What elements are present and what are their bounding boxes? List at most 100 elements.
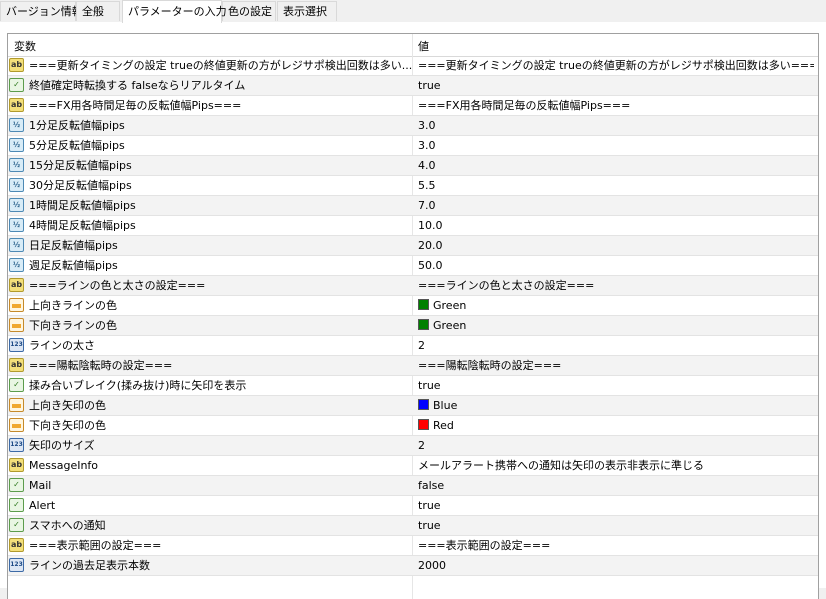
parameter-name-cell[interactable]: ✓ スマホへの通知 xyxy=(8,516,412,535)
parameter-name: 1時間足反転値幅pips xyxy=(29,199,136,212)
parameter-name: ===ラインの色と太さの設定=== xyxy=(29,279,206,292)
parameter-value-cell[interactable]: 7.0 xyxy=(418,196,814,215)
table-row[interactable]: ✓ Mail false xyxy=(8,476,818,496)
parameter-name-cell[interactable]: ½ 週足反転値幅pips xyxy=(8,256,412,275)
parameter-value-cell[interactable]: Green xyxy=(418,296,814,315)
parameter-value: 50.0 xyxy=(418,259,443,272)
table-row[interactable]: 上向き矢印の色 Blue xyxy=(8,396,818,416)
tab-version-info[interactable]: バージョン情報 xyxy=(0,1,83,21)
tab-bar: バージョン情報 全般 パラメーターの入力 色の設定 表示選択 xyxy=(0,0,826,23)
table-row[interactable]: ✓ スマホへの通知 true xyxy=(8,516,818,536)
table-row[interactable]: ab ===表示範囲の設定=== ===表示範囲の設定=== xyxy=(8,536,818,556)
parameter-value-cell[interactable]: 4.0 xyxy=(418,156,814,175)
table-row[interactable]: ½ 15分足反転値幅pips 4.0 xyxy=(8,156,818,176)
table-row[interactable]: 下向きラインの色 Green xyxy=(8,316,818,336)
parameter-name-cell[interactable]: 123 矢印のサイズ xyxy=(8,436,412,455)
parameter-name-cell[interactable]: 下向きラインの色 xyxy=(8,316,412,335)
parameter-value-cell[interactable]: Red xyxy=(418,416,814,435)
parameter-name-cell[interactable]: ab ===ラインの色と太さの設定=== xyxy=(8,276,412,295)
parameter-name-cell[interactable]: ½ 4時間足反転値幅pips xyxy=(8,216,412,235)
table-row[interactable]: ✓ 揉み合いブレイク(揉み抜け)時に矢印を表示 true xyxy=(8,376,818,396)
table-row[interactable]: ½ 日足反転値幅pips 20.0 xyxy=(8,236,818,256)
parameter-name-cell[interactable]: 上向き矢印の色 xyxy=(8,396,412,415)
table-row[interactable]: 123 ラインの太さ 2 xyxy=(8,336,818,356)
parameter-value-cell[interactable]: true xyxy=(418,516,814,535)
table-row[interactable]: ½ 1時間足反転値幅pips 7.0 xyxy=(8,196,818,216)
parameter-name-cell[interactable]: ab ===表示範囲の設定=== xyxy=(8,536,412,555)
parameter-value-cell[interactable]: メールアラート携帯への通知は矢印の表示非表示に準じる xyxy=(418,456,814,475)
table-row[interactable]: ½ 1分足反転値幅pips 3.0 xyxy=(8,116,818,136)
parameter-value-cell[interactable]: 20.0 xyxy=(418,236,814,255)
parameter-value-cell[interactable]: true xyxy=(418,376,814,395)
table-row[interactable]: ab ===陽転陰転時の設定=== ===陽転陰転時の設定=== xyxy=(8,356,818,376)
parameter-name-cell[interactable]: ab ===FX用各時間足毎の反転値幅Pips=== xyxy=(8,96,412,115)
parameter-name-cell[interactable]: ab ===更新タイミングの設定 trueの終値更新の方がレジサポ検出回数は多い.… xyxy=(8,56,412,75)
parameter-value-cell[interactable]: Green xyxy=(418,316,814,335)
parameter-value-cell[interactable]: ===陽転陰転時の設定=== xyxy=(418,356,814,375)
parameter-value-cell[interactable]: ===表示範囲の設定=== xyxy=(418,536,814,555)
parameter-value-cell[interactable]: 3.0 xyxy=(418,116,814,135)
parameter-name-cell[interactable]: ab ===陽転陰転時の設定=== xyxy=(8,356,412,375)
table-row[interactable]: 123 矢印のサイズ 2 xyxy=(8,436,818,456)
tab-display-selection[interactable]: 表示選択 xyxy=(277,1,337,21)
table-row[interactable]: 下向き矢印の色 Red xyxy=(8,416,818,436)
parameter-value-cell[interactable]: Blue xyxy=(418,396,814,415)
parameter-value-cell[interactable]: 3.0 xyxy=(418,136,814,155)
parameter-value-cell[interactable]: false xyxy=(418,476,814,495)
parameter-name-cell[interactable]: 123 ラインの太さ xyxy=(8,336,412,355)
tab-general[interactable]: 全般 xyxy=(76,1,120,21)
color-swatch xyxy=(418,299,429,310)
table-row[interactable]: ½ 30分足反転値幅pips 5.5 xyxy=(8,176,818,196)
table-row[interactable]: ✓ 終値確定時転換する falseならリアルタイム true xyxy=(8,76,818,96)
parameter-name-cell[interactable]: ½ 1分足反転値幅pips xyxy=(8,116,412,135)
color-icon xyxy=(9,418,24,432)
parameter-value-cell[interactable]: 2 xyxy=(418,436,814,455)
parameter-value-cell[interactable]: 10.0 xyxy=(418,216,814,235)
parameter-value-cell[interactable]: true xyxy=(418,496,814,515)
table-row[interactable]: ab ===ラインの色と太さの設定=== ===ラインの色と太さの設定=== xyxy=(8,276,818,296)
table-row[interactable]: ✓ Alert true xyxy=(8,496,818,516)
parameter-name: 揉み合いブレイク(揉み抜け)時に矢印を表示 xyxy=(29,379,247,392)
parameter-name-cell[interactable]: 上向きラインの色 xyxy=(8,296,412,315)
parameter-name-cell[interactable]: ½ 1時間足反転値幅pips xyxy=(8,196,412,215)
parameter-name-cell[interactable]: ½ 30分足反転値幅pips xyxy=(8,176,412,195)
parameter-name-cell[interactable]: ✓ 揉み合いブレイク(揉み抜け)時に矢印を表示 xyxy=(8,376,412,395)
parameters-grid: 変数 値 ab ===更新タイミングの設定 trueの終値更新の方がレジサポ検出回… xyxy=(7,33,819,599)
parameter-name-cell[interactable]: 123 ラインの過去足表示本数 xyxy=(8,556,412,575)
parameter-name-cell[interactable]: ½ 15分足反転値幅pips xyxy=(8,156,412,175)
double-icon: ½ xyxy=(9,178,24,192)
parameter-name-cell[interactable]: ✓ Alert xyxy=(8,496,412,515)
column-header-value[interactable]: 値 xyxy=(418,38,429,54)
parameter-value: 2 xyxy=(418,439,425,452)
parameter-value-cell[interactable]: ===ラインの色と太さの設定=== xyxy=(418,276,814,295)
color-swatch xyxy=(418,399,429,410)
parameter-value: 2000 xyxy=(418,559,446,572)
tab-input-parameters[interactable]: パラメーターの入力 xyxy=(122,0,227,23)
parameter-value-cell[interactable]: ===FX用各時間足毎の反転値幅Pips=== xyxy=(418,96,814,115)
table-row[interactable]: ½ 5分足反転値幅pips 3.0 xyxy=(8,136,818,156)
parameter-name-cell[interactable]: ½ 日足反転値幅pips xyxy=(8,236,412,255)
table-row[interactable]: ½ 4時間足反転値幅pips 10.0 xyxy=(8,216,818,236)
table-row[interactable]: ab MessageInfo メールアラート携帯への通知は矢印の表示非表示に準じる xyxy=(8,456,818,476)
parameter-name-cell[interactable]: 下向き矢印の色 xyxy=(8,416,412,435)
table-row[interactable]: ab ===更新タイミングの設定 trueの終値更新の方がレジサポ検出回数は多い.… xyxy=(8,56,818,76)
parameter-name-cell[interactable]: ab MessageInfo xyxy=(8,456,412,475)
parameter-value-cell[interactable]: true xyxy=(418,76,814,95)
table-row[interactable]: ab ===FX用各時間足毎の反転値幅Pips=== ===FX用各時間足毎の反転値… xyxy=(8,96,818,116)
parameter-value-cell[interactable]: 50.0 xyxy=(418,256,814,275)
parameter-value: 3.0 xyxy=(418,119,436,132)
parameter-name: Alert xyxy=(29,499,56,512)
parameter-value-cell[interactable]: 2000 xyxy=(418,556,814,575)
parameter-name-cell[interactable]: ½ 5分足反転値幅pips xyxy=(8,136,412,155)
parameter-value-cell[interactable]: 5.5 xyxy=(418,176,814,195)
parameter-value-cell[interactable]: 2 xyxy=(418,336,814,355)
table-row[interactable]: 上向きラインの色 Green xyxy=(8,296,818,316)
table-row[interactable]: 123 ラインの過去足表示本数 2000 xyxy=(8,556,818,576)
tab-color-settings[interactable]: 色の設定 xyxy=(222,1,276,21)
column-header-variable[interactable]: 変数 xyxy=(14,38,36,54)
parameter-name-cell[interactable]: ✓ 終値確定時転換する falseならリアルタイム xyxy=(8,76,412,95)
parameter-name-cell[interactable]: ✓ Mail xyxy=(8,476,412,495)
table-row[interactable]: ½ 週足反転値幅pips 50.0 xyxy=(8,256,818,276)
parameter-value-cell[interactable]: ===更新タイミングの設定 trueの終値更新の方がレジサポ検出回数は多い=== xyxy=(418,56,814,75)
parameter-value: false xyxy=(418,479,445,492)
